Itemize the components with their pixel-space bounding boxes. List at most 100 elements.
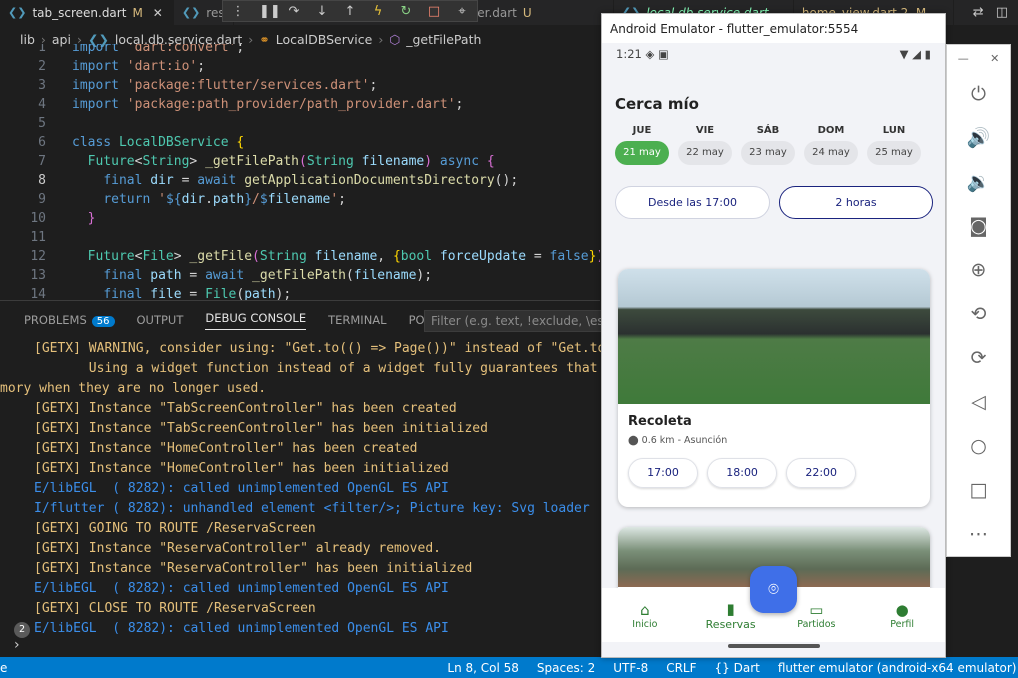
back-icon[interactable]: ◁ [971, 380, 986, 424]
line-number: 11 [30, 230, 46, 245]
home-icon: ⌂ [640, 600, 650, 619]
bottom-panel: PROBLEMS 56 OUTPUT DEBUG CONSOLE TERMINAL… [0, 300, 613, 657]
camera-icon[interactable]: ◙ [969, 204, 987, 248]
power-icon[interactable]: ⏻ [971, 72, 986, 116]
date-chip[interactable]: SÁB 23 may [741, 125, 795, 165]
status-bar: e Ln 8, Col 58 Spaces: 2 UTF-8 CRLF {} D… [0, 657, 1018, 678]
rotate-left-icon[interactable]: ⟲ [971, 292, 987, 336]
home-gesture-bar[interactable] [728, 644, 820, 648]
console-line: I/flutter ( 8282): unhandled element <fi… [34, 501, 590, 516]
weekday-label: DOM [817, 125, 845, 136]
stop-icon[interactable]: □ [427, 4, 441, 19]
line-number: 5 [38, 116, 46, 131]
nav-label: Reservas [705, 617, 756, 631]
time-slot-button[interactable]: 18:00 [707, 458, 778, 488]
date-label: 22 may [678, 141, 732, 165]
date-label: 24 may [804, 141, 858, 165]
line-number: 13 [30, 268, 46, 283]
rotate-right-icon[interactable]: ⟳ [971, 336, 987, 380]
console-line: [GETX] Instance "HomeController" has bee… [34, 441, 418, 456]
console-input-prompt[interactable]: › [14, 637, 20, 653]
ticket-icon: ▭ [809, 600, 824, 619]
tab-label: PROBLEMS [24, 313, 87, 327]
bar-chart-icon: ▮ [726, 599, 735, 618]
nav-label: Perfil [890, 618, 914, 630]
tab-output[interactable]: OUTPUT [137, 313, 184, 327]
time-slot-button[interactable]: 17:00 [628, 458, 698, 488]
nav-label: Partidos [797, 618, 836, 630]
console-filter-input[interactable]: Filter (e.g. text, !exclude, \escape) [424, 310, 604, 332]
weekday-label: VIE [695, 125, 715, 136]
volume-down-icon[interactable]: 🔉 [967, 160, 991, 204]
tab-debug-console[interactable]: DEBUG CONSOLE [205, 311, 307, 330]
weekday-label: LUN [882, 125, 906, 136]
indentation[interactable]: Spaces: 2 [537, 661, 595, 675]
step-out-icon[interactable]: ↑ [343, 4, 357, 19]
tab-problems[interactable]: PROBLEMS 56 [24, 313, 115, 327]
line-number: 3 [38, 78, 46, 93]
problems-count-badge: 56 [91, 316, 115, 327]
tab-badge: M [132, 5, 143, 20]
date-chip[interactable]: LUN 25 may [867, 125, 921, 165]
date-selector: JUE 21 may VIE 22 may SÁB 23 may DOM 24 may … [615, 125, 921, 165]
cursor-position[interactable]: Ln 8, Col 58 [447, 661, 519, 675]
debug-toolbar: ⋮ ❚❚ ↷ ↓ ↑ ϟ ↻ □ ⌖ [222, 0, 478, 22]
console-line: E/libEGL ( 8282): called unimplemented O… [34, 481, 449, 496]
shield-icon: ◈ [645, 47, 655, 61]
device-selector[interactable]: flutter emulator (android-x64 emulator) [778, 661, 1017, 675]
restart-icon[interactable]: ↻ [399, 4, 413, 19]
editor-actions: ⇄ ◫ [973, 0, 1018, 25]
status-left[interactable]: e [0, 661, 7, 675]
nav-perfil[interactable]: ● Perfil [872, 601, 932, 630]
tab-label: tab_screen.dart [32, 5, 127, 20]
console-line: [GETX] CLOSE TO ROUTE /ReservaScreen [34, 601, 316, 616]
android-emulator-window: Android Emulator - flutter_emulator:5554… [601, 13, 946, 658]
line-ending[interactable]: CRLF [666, 661, 696, 675]
console-line: [GETX] Instance "TabScreenController" ha… [34, 401, 457, 416]
notification-icon: ▣ [658, 47, 669, 61]
time-slot-button[interactable]: 22:00 [786, 458, 857, 488]
signal-icon: ◢ [912, 47, 921, 61]
minimize-icon[interactable]: — [958, 52, 969, 65]
nav-inicio[interactable]: ⌂ Inicio [615, 601, 675, 630]
volume-up-icon[interactable]: 🔊 [967, 116, 991, 160]
time-filter-button[interactable]: Desde las 17:00 [615, 186, 770, 219]
language-mode[interactable]: {} Dart [715, 661, 760, 675]
pause-icon[interactable]: ❚❚ [259, 4, 281, 19]
step-over-icon[interactable]: ↷ [287, 4, 301, 19]
hot-reload-icon[interactable]: ϟ [371, 4, 385, 19]
home-icon[interactable]: ○ [970, 424, 987, 468]
line-number: 10 [30, 211, 46, 226]
encoding[interactable]: UTF-8 [613, 661, 648, 675]
zoom-icon[interactable]: ⊕ [971, 248, 987, 292]
tab-terminal[interactable]: TERMINAL [328, 313, 386, 327]
line-number: 6 [38, 135, 46, 150]
line-number: 12 [30, 249, 46, 264]
scan-fab-button[interactable]: ⌾ [750, 566, 797, 613]
overview-icon[interactable]: □ [970, 468, 988, 512]
date-label: 23 may [741, 141, 795, 165]
step-into-icon[interactable]: ↓ [315, 4, 329, 19]
device-screen: 1:21 ◈ ▣ ▼ ◢ ▮ Cerca mío JUE 21 may VIE 22… [602, 43, 945, 657]
tab-tab-screen[interactable]: ❮❯ tab_screen.dart M ✕ [0, 0, 174, 25]
person-icon: ● [895, 600, 909, 619]
split-editor-icon[interactable]: ◫ [996, 5, 1008, 20]
date-chip[interactable]: VIE 22 may [678, 125, 732, 165]
emulator-title: Android Emulator - flutter_emulator:5554 [602, 14, 945, 43]
inspect-icon[interactable]: ⌖ [455, 4, 469, 19]
line-number: 1 [38, 44, 46, 55]
console-line: [GETX] Instance "TabScreenController" ha… [34, 421, 488, 436]
date-chip[interactable]: JUE 21 may [615, 125, 669, 165]
duration-filter-button[interactable]: 2 horas [779, 186, 933, 219]
android-status-bar: 1:21 ◈ ▣ ▼ ◢ ▮ [602, 43, 945, 65]
date-chip[interactable]: DOM 24 may [804, 125, 858, 165]
compare-icon[interactable]: ⇄ [973, 5, 984, 20]
date-label: 21 may [615, 141, 669, 165]
more-icon[interactable]: ⋯ [969, 512, 988, 556]
code-editor[interactable]: 1 import 'dart:convert'; 2 import 'dart:io… [0, 44, 600, 300]
close-icon[interactable]: ✕ [153, 6, 163, 20]
venue-card[interactable]: Recoleta ⬤ 0.6 km - Asunción 17:00 18:00… [618, 269, 930, 507]
close-icon[interactable]: ✕ [990, 52, 999, 65]
drag-handle-icon[interactable]: ⋮ [231, 4, 245, 19]
dart-file-icon: ❮❯ [181, 6, 201, 19]
